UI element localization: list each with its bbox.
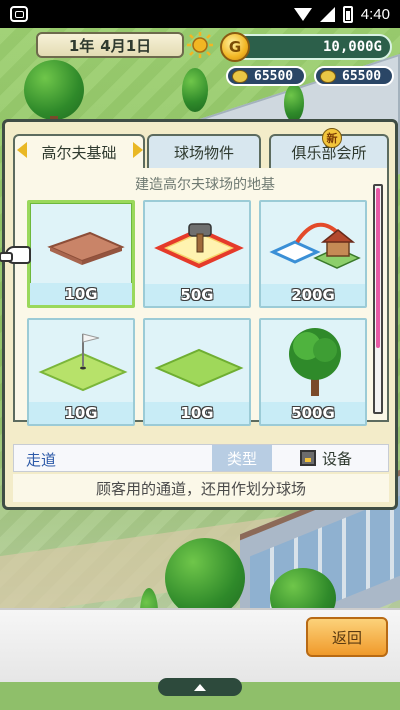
wifi-icon [293, 7, 312, 21]
item-tree[interactable]: 500G [259, 318, 367, 426]
stat-right-value: 65500 [342, 68, 382, 84]
item-detail-row: 走道 类型 设备 [13, 444, 389, 472]
year-label: 1年 [68, 36, 95, 55]
tab-golf-basics[interactable]: 高尔夫基础 [13, 134, 145, 168]
item-price: 10G [29, 402, 133, 424]
app-icon [10, 6, 28, 22]
date-display: 1年 4月1日 [36, 32, 184, 58]
tree-icon [24, 60, 84, 120]
arrow-left-icon[interactable] [17, 142, 27, 158]
item-price: 10G [30, 283, 132, 305]
stat-icon [320, 70, 336, 83]
equipment-icon [300, 450, 316, 466]
stat-left-pill: 65500 [226, 66, 306, 86]
clock: 4:40 [360, 5, 390, 23]
money-value: 10,000G [322, 39, 382, 55]
stat-right-pill: 65500 [314, 66, 394, 86]
tree-icon [182, 68, 208, 112]
tab-course-objects[interactable]: 球场物件 [147, 134, 261, 168]
item-fairway[interactable]: 10G [143, 318, 251, 426]
tab-label: 球场物件 [173, 143, 234, 162]
item-price: 500G [261, 402, 365, 424]
item-path[interactable]: 10G [27, 200, 135, 308]
tab-label: 高尔夫基础 [41, 143, 117, 162]
item-price: 10G [145, 402, 249, 424]
arrow-right-icon[interactable] [133, 142, 143, 158]
green-flag-icon [38, 333, 128, 392]
item-demolish[interactable]: 50G [143, 200, 251, 308]
category-label: 设备 [322, 450, 353, 468]
fairway-tile-icon [154, 348, 244, 388]
tree-icon [165, 538, 245, 608]
back-button[interactable]: 返回 [306, 617, 388, 657]
category-tabs: 高尔夫基础 球场物件 俱乐部会所 新 [13, 128, 389, 168]
section-title: 建造高尔夫球场的地基 [135, 177, 275, 193]
signal-icon [319, 6, 335, 22]
status-bar: 4:40 [0, 0, 400, 28]
battery-icon [342, 5, 353, 23]
scrollbar-thumb[interactable] [376, 188, 380, 348]
item-scrollbar[interactable] [373, 184, 383, 414]
type-label: 类型 [212, 445, 272, 471]
stat-left-value: 65500 [254, 68, 294, 84]
pointer-hand-icon [0, 246, 31, 264]
coin-icon: G [220, 32, 250, 62]
new-badge: 新 [322, 128, 342, 148]
path-tile-icon [47, 231, 125, 265]
tree-icon [284, 84, 304, 122]
back-label: 返回 [331, 628, 362, 647]
item-green[interactable]: 10G [27, 318, 135, 426]
relocate-house-icon [269, 222, 361, 269]
demolish-hammer-icon [154, 223, 244, 269]
expand-menu-button[interactable] [158, 678, 242, 696]
sun-weather-icon [187, 32, 213, 58]
build-panel: 高尔夫基础 球场物件 俱乐部会所 新 建造高尔夫球场的地基 10G 50G 20… [0, 119, 398, 510]
item-relocate[interactable]: 200G [259, 200, 367, 308]
item-name: 走道 [26, 451, 57, 469]
tree-icon [289, 328, 341, 396]
item-price: 50G [145, 284, 249, 306]
item-description: 顾客用的通道，还用作划分球场 [13, 474, 389, 502]
item-price: 200G [261, 284, 365, 306]
stat-icon [232, 70, 248, 83]
month-day-label: 4月1日 [100, 36, 152, 55]
item-grid-area: 建造高尔夫球场的地基 10G 50G 200G 10G 10G 500G [0, 168, 389, 426]
